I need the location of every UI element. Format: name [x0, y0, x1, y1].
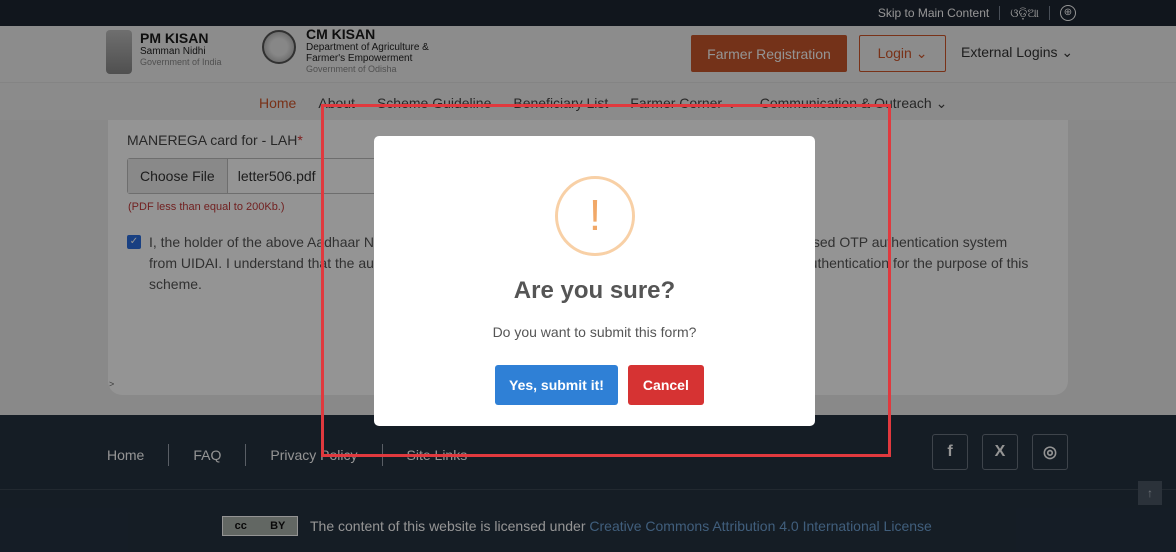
- highlight-frame: [321, 104, 891, 457]
